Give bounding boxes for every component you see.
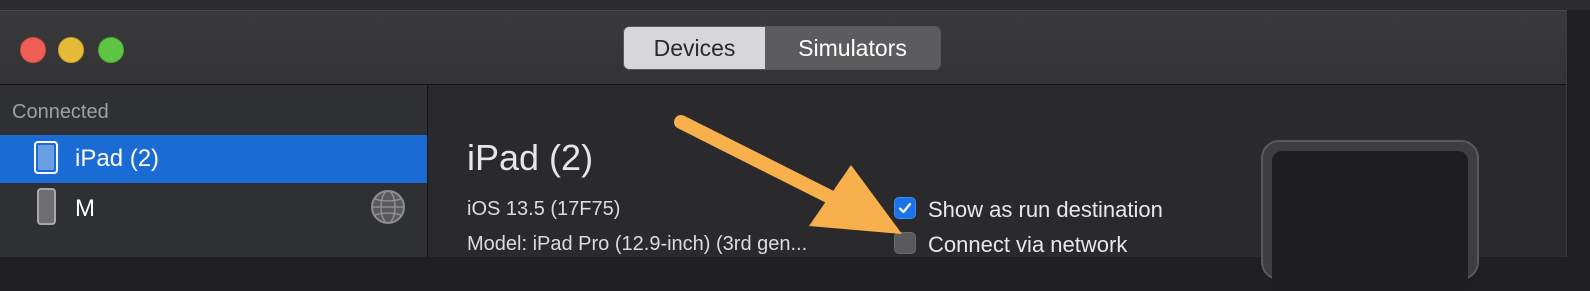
zoom-window-button[interactable] [98, 37, 124, 63]
ipad-icon [34, 141, 58, 174]
device-detail-pane: iPad (2) iOS 13.5 (17F75) Model: iPad Pr… [428, 85, 1566, 291]
desktop-background [0, 0, 1590, 10]
tab-devices[interactable]: Devices [624, 27, 765, 69]
sidebar-section-connected: Connected [12, 101, 109, 123]
minimize-window-button[interactable] [58, 37, 84, 63]
ios-version-text: iOS 13.5 (17F75) [467, 198, 621, 220]
show-as-run-destination-label[interactable]: Show as run destination [928, 197, 1163, 223]
ipad-device-image [1261, 140, 1479, 291]
device-title: iPad (2) [467, 137, 594, 178]
title-bar: Devices Simulators [0, 11, 1566, 85]
sidebar-item-m[interactable]: M [0, 185, 427, 233]
iphone-icon [37, 188, 56, 225]
sidebar-item-label: iPad (2) [75, 145, 160, 172]
model-text: Model: iPad Pro (12.9-inch) (3rd gen... [467, 233, 808, 255]
sidebar-item-label: M [75, 195, 95, 222]
sidebar-item-ipad[interactable]: iPad (2) [0, 135, 427, 183]
network-globe-icon [371, 190, 405, 224]
devices-simulators-segmented-control: Devices Simulators [623, 26, 941, 70]
tab-simulators[interactable]: Simulators [765, 27, 940, 69]
ipad-device-screen [1272, 151, 1468, 291]
device-sidebar: Connected iPad (2) M [0, 85, 428, 257]
devices-window: Devices Simulators Connected iPad (2) M … [0, 10, 1567, 291]
connect-via-network-label[interactable]: Connect via network [928, 232, 1127, 258]
close-window-button[interactable] [20, 37, 46, 63]
show-as-run-destination-checkbox[interactable] [894, 197, 916, 219]
connect-via-network-checkbox[interactable] [894, 232, 916, 254]
checkmark-icon [898, 202, 912, 214]
